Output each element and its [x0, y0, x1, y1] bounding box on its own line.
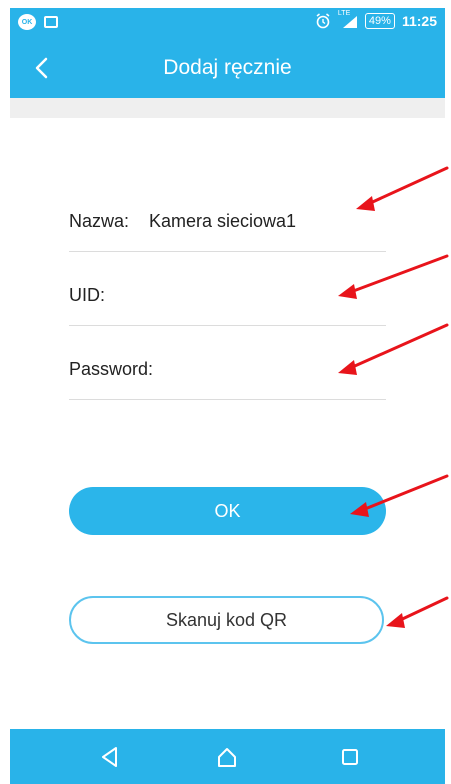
signal-strength-icon — [342, 16, 357, 28]
battery-indicator: 49% — [364, 13, 395, 29]
nav-home-button[interactable] — [211, 741, 243, 773]
nav-recents-button[interactable] — [334, 741, 366, 773]
alarm-icon — [316, 13, 330, 29]
name-label: Nazwa: — [69, 211, 130, 231]
home-icon — [218, 748, 236, 767]
uid-input[interactable] — [119, 280, 379, 310]
status-bar: OK LTE 49% 11:25 — [10, 8, 445, 38]
status-right-icons: LTE 49% 11:25 — [315, 10, 437, 29]
nav-back-button[interactable] — [94, 741, 126, 773]
status-left-icons: OK — [18, 14, 58, 30]
image-icon — [44, 16, 58, 28]
arrow-to-scan — [386, 596, 449, 628]
password-input[interactable] — [179, 354, 379, 384]
page-title: Dodaj ręcznie — [163, 56, 292, 79]
app-screen: OK LTE 49% 11:25 Dodaj ręcznie Nazwa: Ka… — [0, 0, 451, 784]
uid-label: UID: — [69, 285, 105, 305]
password-field-row: Password: — [69, 326, 386, 400]
name-field-row: Nazwa: Kamera sieciowa1 — [69, 178, 386, 252]
password-label: Password: — [69, 359, 154, 379]
ok-button[interactable]: OK — [69, 487, 386, 535]
system-nav-bar — [10, 729, 445, 784]
signal-badge-icon: OK — [18, 14, 36, 30]
back-triangle-icon — [102, 747, 117, 767]
network-indicator: LTE — [338, 10, 358, 29]
name-input[interactable]: Kamera sieciowa1 — [149, 211, 296, 232]
header-divider — [10, 98, 445, 118]
uid-field-row: UID: — [69, 252, 386, 326]
scan-qr-button[interactable]: Skanuj kod QR — [69, 596, 384, 644]
app-header: Dodaj ręcznie — [10, 38, 445, 98]
recents-icon — [342, 749, 358, 765]
clock: 11:25 — [401, 13, 437, 29]
